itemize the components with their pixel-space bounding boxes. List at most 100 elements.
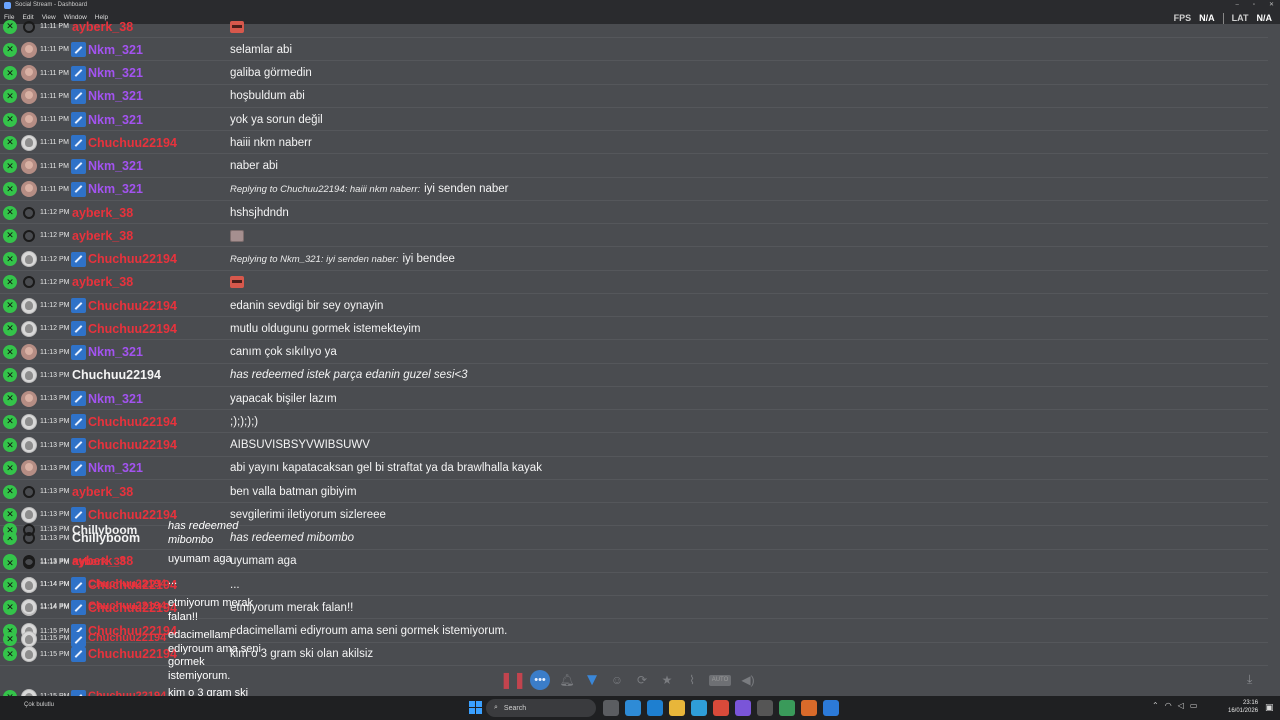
filter-icon[interactable]: ▼ bbox=[584, 670, 601, 689]
refresh-icon[interactable]: ⟳ bbox=[634, 672, 650, 688]
chat-bubble-icon[interactable]: ••• bbox=[530, 670, 550, 690]
mark-read-icon[interactable]: ✕ bbox=[3, 298, 17, 313]
mark-read-icon[interactable]: ✕ bbox=[3, 42, 17, 57]
chat-message-row[interactable]: ✕ 11:13 PM Chuchuu22194;);););) bbox=[0, 410, 1268, 434]
chat-message-row[interactable]: ✕ 11:13 PM Nkm_321 yapacak bişiler lazım bbox=[0, 387, 1268, 410]
chat-message-row[interactable]: ✕ 11:11 PM Nkm_321 yok ya sorun değil bbox=[0, 108, 1268, 131]
collapse-icon[interactable]: ⤓ bbox=[1247, 672, 1252, 687]
chat-message-row[interactable]: ✕ 11:12 PM ayberk_38 bbox=[0, 224, 1268, 248]
mark-read-icon[interactable]: ✕ bbox=[3, 252, 17, 266]
username[interactable]: Nkm_321 bbox=[88, 159, 143, 173]
username[interactable]: Chuchuu22194 bbox=[88, 252, 177, 266]
chrome-icon[interactable] bbox=[713, 700, 729, 716]
mark-read-icon[interactable]: ✕ bbox=[3, 182, 17, 197]
chat-message-row[interactable]: ✕ 11:12 PM Chuchuu22194 Replying to Nkm_321… bbox=[0, 248, 1268, 271]
chat-message-row[interactable]: ✕ 11:13 PM Chuchuu22194 has redeemed istek … bbox=[0, 364, 1268, 387]
chat-message-row[interactable]: ✕ 11:12 PM ayberk_38 hshsjhdndn bbox=[0, 201, 1268, 224]
chat-message-row[interactable]: ✕ 11:14 PM Chuchuu22194... bbox=[0, 573, 1268, 596]
mark-read-icon[interactable]: ✕ bbox=[3, 438, 17, 452]
mark-read-icon[interactable]: ✕ bbox=[3, 345, 17, 359]
file-explorer-icon[interactable] bbox=[669, 700, 685, 716]
mark-read-icon[interactable]: ✕ bbox=[3, 484, 17, 499]
username[interactable]: Nkm_321 bbox=[88, 66, 143, 80]
chat-message-row[interactable]: ✕ 11:11 PM Nkm_321 galiba görmedin bbox=[0, 62, 1268, 85]
mark-read-icon[interactable]: ✕ bbox=[3, 321, 17, 336]
chat-message-row[interactable]: ✕ 11:11 PM ayberk_38 bbox=[0, 15, 1268, 38]
mark-read-icon[interactable]: ✕ bbox=[3, 205, 17, 220]
chat-message-row[interactable]: ✕ 11:13 PM ayberk_38 ben valla batman gibiy… bbox=[0, 480, 1268, 503]
taskbar-search[interactable]: ⌕ Search bbox=[486, 699, 596, 717]
username[interactable]: Chuchuu22194 bbox=[88, 508, 177, 522]
mark-read-icon[interactable]: ✕ bbox=[3, 391, 17, 406]
username[interactable]: Chuchuu22194 bbox=[88, 647, 177, 661]
close-icon[interactable]: ✕ bbox=[1269, 0, 1274, 10]
chat-message-row[interactable]: ✕ 11:12 PM Chuchuu22194 edanin sevdigi bir … bbox=[0, 294, 1268, 317]
mark-read-icon[interactable]: ✕ bbox=[3, 89, 17, 104]
username[interactable]: Chuchuu22194 bbox=[88, 136, 177, 150]
chat-message-row[interactable]: ✕ 11:13 PM Nkm_321 abi yayını kapatacaksan … bbox=[0, 457, 1268, 480]
mark-read-icon[interactable]: ✕ bbox=[3, 368, 17, 383]
username[interactable]: ayberk_38 bbox=[72, 206, 133, 220]
username[interactable]: Chuchuu22194 bbox=[88, 415, 177, 429]
chat-message-row[interactable]: ✕ 11:11 PM Nkm_321 hoşbuldum abi bbox=[0, 85, 1268, 108]
battery-icon[interactable]: ▭ bbox=[1190, 701, 1198, 710]
username[interactable]: Chuchuu22194 bbox=[88, 299, 177, 313]
mark-read-icon[interactable]: ✕ bbox=[3, 647, 17, 662]
store-icon[interactable] bbox=[647, 700, 663, 716]
app-icon-green[interactable] bbox=[779, 700, 795, 716]
username[interactable]: Nkm_321 bbox=[88, 461, 143, 475]
username[interactable]: Nkm_321 bbox=[88, 43, 143, 57]
maximize-icon[interactable]: ▫ bbox=[1253, 0, 1255, 10]
username[interactable]: Nkm_321 bbox=[88, 392, 143, 406]
mark-read-icon[interactable]: ✕ bbox=[3, 159, 17, 173]
minimize-icon[interactable]: – bbox=[1235, 0, 1238, 10]
mark-read-icon[interactable]: ✕ bbox=[3, 578, 17, 592]
chat-message-row[interactable]: ✕ 11:11 PM Nkm_321 naber abi bbox=[0, 155, 1268, 178]
mark-read-icon[interactable]: ✕ bbox=[3, 507, 17, 522]
emoji-icon[interactable]: ☺ bbox=[609, 672, 625, 688]
task-view-icon[interactable] bbox=[603, 700, 619, 716]
chat-message-row[interactable]: ✕ 11:12 PM Chuchuu22194 mutlu oldugunu gorm… bbox=[0, 317, 1268, 341]
speaker-icon[interactable]: ◀︎) bbox=[740, 672, 756, 688]
username[interactable]: Chuchuu22194 bbox=[88, 322, 177, 336]
mark-read-icon[interactable]: ✕ bbox=[3, 556, 17, 570]
mark-read-icon[interactable]: ✕ bbox=[3, 275, 17, 290]
username[interactable]: ayberk_38 bbox=[72, 20, 133, 34]
mark-read-icon[interactable]: ✕ bbox=[3, 461, 17, 476]
auto-icon[interactable]: AUTO bbox=[709, 674, 731, 686]
chat-message-row[interactable]: ✕ 11:13 PM Nkm_321 canım çok sıkılıyo ya bbox=[0, 341, 1268, 364]
mark-read-icon[interactable]: ✕ bbox=[3, 523, 17, 537]
chat-message-row[interactable]: ✕ 11:11 PM Nkm_321 selamlar abi bbox=[0, 38, 1268, 62]
volume-icon[interactable]: ◁ bbox=[1178, 701, 1184, 710]
mark-read-icon[interactable]: ✕ bbox=[3, 632, 17, 646]
username[interactable]: ayberk_38 bbox=[72, 275, 133, 289]
pause-icon[interactable]: ❚❚ bbox=[500, 672, 527, 689]
username[interactable]: Nkm_321 bbox=[88, 345, 143, 359]
wifi-icon[interactable]: ◠ bbox=[1165, 701, 1172, 710]
mark-read-icon[interactable]: ✕ bbox=[3, 600, 17, 614]
username[interactable]: Nkm_321 bbox=[88, 182, 143, 196]
bell-icon[interactable]: 🔔︎ bbox=[559, 672, 575, 688]
mark-read-icon[interactable]: ✕ bbox=[3, 414, 17, 429]
mark-read-icon[interactable]: ✕ bbox=[3, 66, 17, 80]
chevron-up-icon[interactable]: ⌃ bbox=[1152, 701, 1159, 710]
edge-icon[interactable] bbox=[625, 700, 641, 716]
mark-read-icon[interactable]: ✕ bbox=[3, 135, 17, 150]
mark-read-icon[interactable]: ✕ bbox=[3, 112, 17, 127]
taskbar-clock[interactable]: 23:16 16/01/2026 bbox=[1228, 699, 1258, 715]
start-menu-icon[interactable] bbox=[469, 701, 482, 714]
username[interactable]: Nkm_321 bbox=[88, 113, 143, 127]
discord-icon[interactable] bbox=[735, 700, 751, 716]
username[interactable]: Chuchuu22194 bbox=[72, 368, 161, 382]
chat-message-row[interactable]: ✕ 11:12 PM ayberk_38 bbox=[0, 271, 1268, 294]
mark-read-icon[interactable]: ✕ bbox=[3, 228, 17, 243]
app-icon-orange[interactable] bbox=[801, 700, 817, 716]
mark-read-icon[interactable]: ✕ bbox=[3, 19, 17, 34]
username[interactable]: ayberk_38 bbox=[72, 229, 133, 243]
app-icon-blue[interactable] bbox=[823, 700, 839, 716]
chat-message-row[interactable]: ✕ 11:13 PM Chuchuu22194 AIBSUVISBSYVWIBSUWV bbox=[0, 434, 1268, 457]
username[interactable]: ayberk_38 bbox=[72, 485, 133, 499]
notification-icon[interactable]: ▣ bbox=[1265, 702, 1274, 713]
settings-icon[interactable] bbox=[757, 700, 773, 716]
chat-message-row[interactable]: ✕ 11:11 PM Nkm_321 Replying to Chuchuu22194… bbox=[0, 178, 1268, 201]
